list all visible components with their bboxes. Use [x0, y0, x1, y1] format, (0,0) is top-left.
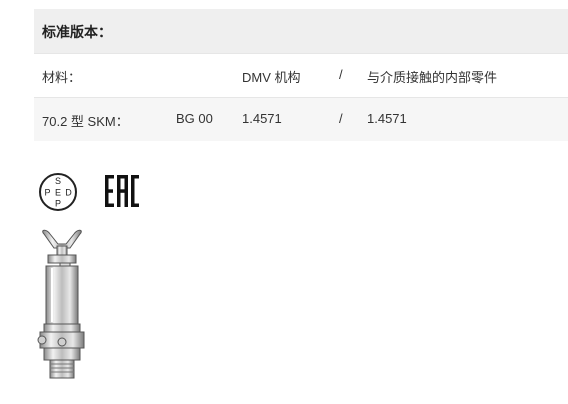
- spec-header-row: 标准版本：: [34, 9, 568, 53]
- material-wetted-parts: 与介质接触的内部零件: [367, 70, 498, 85]
- table-row: 材料： DMV 机构 / 与介质接触的内部零件: [34, 53, 568, 97]
- pressure-relief-valve-image: [37, 229, 85, 379]
- ped-center-letter: E: [55, 188, 61, 198]
- ped-left-letter: P: [44, 188, 50, 198]
- model-mechanism-material: 1.4571: [242, 111, 282, 126]
- ped-right-letter: D: [65, 188, 72, 198]
- model-label: 70.2 型 SKM：: [42, 114, 129, 129]
- eac-logo-icon: [105, 175, 139, 207]
- spec-table: 标准版本： 材料： DMV 机构 / 与介质接触的内部零件 70.2 型 SKM…: [34, 9, 568, 141]
- ped-bottom-letter: P: [55, 199, 61, 209]
- ped-logo-icon: S P E D P: [39, 173, 77, 211]
- table-row: 70.2 型 SKM： BG 00 1.4571 / 1.4571: [34, 97, 568, 141]
- model-size: BG 00: [176, 111, 213, 126]
- model-wetted-material: 1.4571: [367, 111, 407, 126]
- model-separator: /: [339, 111, 343, 126]
- ped-top-letter: S: [55, 176, 61, 186]
- material-separator: /: [339, 67, 343, 82]
- material-mechanism: DMV 机构: [242, 70, 301, 85]
- material-label: 材料：: [42, 70, 82, 85]
- spec-header-title: 标准版本：: [42, 24, 112, 40]
